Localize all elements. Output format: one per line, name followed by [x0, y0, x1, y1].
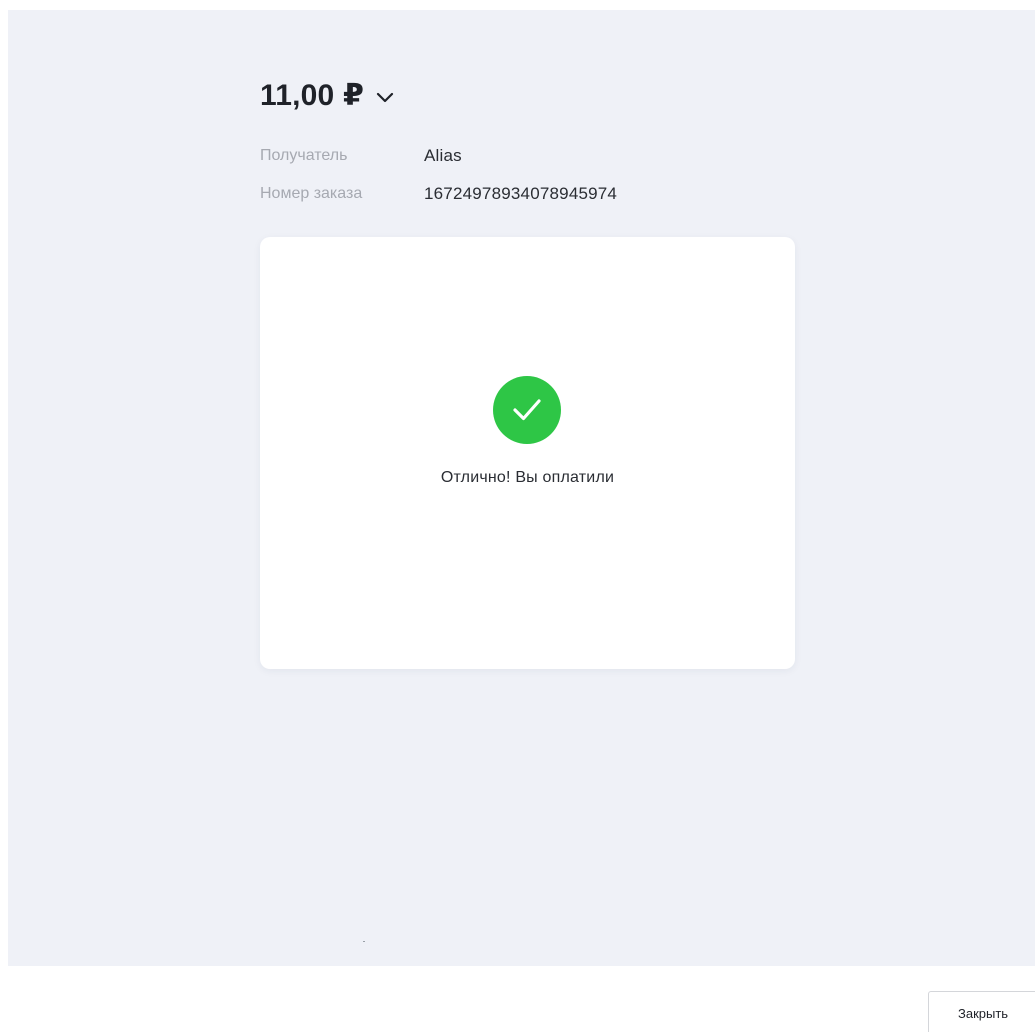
recipient-label: Получатель [260, 147, 348, 164]
amount-toggle[interactable]: 11,00 ₽ [260, 78, 394, 113]
success-message: Отлично! Вы оплатили [440, 469, 615, 486]
check-circle-icon [493, 376, 561, 444]
payment-page: 11,00 ₽ Получатель Alias Номер заказа 16… [0, 0, 1035, 1032]
order-number-value: 16724978934078945974 [424, 184, 618, 203]
recipient-row: Получатель Alias [260, 146, 462, 166]
loading-dot [363, 941, 365, 942]
chevron-down-icon[interactable] [376, 92, 394, 104]
recipient-value: Alias [424, 146, 462, 165]
order-number-label: Номер заказа [260, 185, 363, 202]
payment-panel: 11,00 ₽ Получатель Alias Номер заказа 16… [8, 10, 1035, 966]
payment-status-card: Отлично! Вы оплатили [260, 237, 795, 669]
order-row: Номер заказа 16724978934078945974 [260, 184, 617, 204]
close-button[interactable]: Закрыть [928, 991, 1035, 1032]
amount-value: 11,00 ₽ [260, 79, 365, 112]
